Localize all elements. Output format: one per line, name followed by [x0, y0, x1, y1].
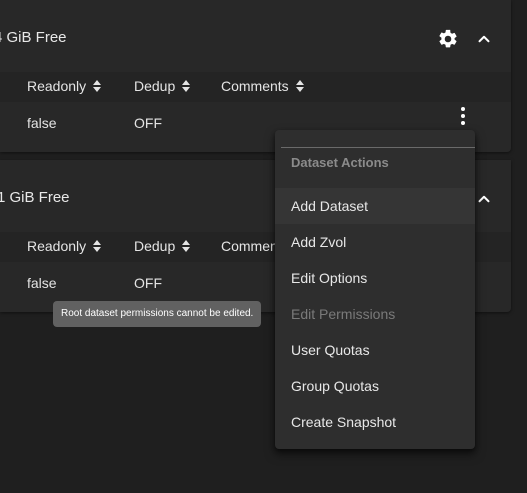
menu-item-user-quotas[interactable]: User Quotas [275, 332, 475, 368]
dataset-actions-menu: Dataset Actions Add Dataset Add Zvol Edi… [275, 130, 475, 449]
pool-free-space: 1 GiB Free [0, 189, 70, 206]
table-header: Readonly Dedup Comments [0, 72, 511, 102]
column-header-readonly[interactable]: Readonly [27, 238, 102, 254]
column-header-dedup[interactable]: Dedup [134, 78, 191, 94]
cell-dedup: OFF [134, 275, 162, 291]
cell-dedup: OFF [134, 115, 162, 131]
column-label: Comments [221, 78, 289, 94]
menu-divider [281, 147, 475, 148]
menu-item-edit-options[interactable]: Edit Options [275, 260, 475, 296]
chevron-up-icon[interactable] [475, 30, 493, 48]
gear-icon[interactable] [437, 28, 459, 50]
sort-icon [182, 80, 191, 92]
sort-icon [93, 240, 102, 252]
chevron-up-icon[interactable] [475, 190, 493, 208]
menu-item-group-quotas[interactable]: Group Quotas [275, 368, 475, 404]
column-label: Readonly [27, 78, 87, 94]
sort-icon [182, 240, 191, 252]
menu-header: Dataset Actions [291, 155, 389, 170]
column-label: Readonly [27, 238, 87, 254]
menu-item-add-dataset[interactable]: Add Dataset [275, 188, 475, 224]
column-header-readonly[interactable]: Readonly [27, 78, 102, 94]
column-label: Dedup [134, 238, 176, 254]
menu-item-edit-permissions: Edit Permissions [291, 306, 396, 322]
sort-icon [295, 80, 304, 92]
permissions-tooltip: Root dataset permissions cannot be edite… [53, 301, 262, 327]
more-vert-icon[interactable] [456, 106, 470, 126]
menu-item-add-zvol[interactable]: Add Zvol [275, 224, 475, 260]
menu-item-create-snapshot[interactable]: Create Snapshot [275, 404, 475, 440]
column-header-dedup[interactable]: Dedup [134, 238, 191, 254]
pool-free-space: 4 GiB Free [0, 29, 67, 46]
cell-readonly: false [27, 275, 57, 291]
cell-readonly: false [27, 115, 57, 131]
column-label: Dedup [134, 78, 176, 94]
column-header-comments[interactable]: Comments [221, 78, 305, 94]
sort-icon [93, 80, 102, 92]
